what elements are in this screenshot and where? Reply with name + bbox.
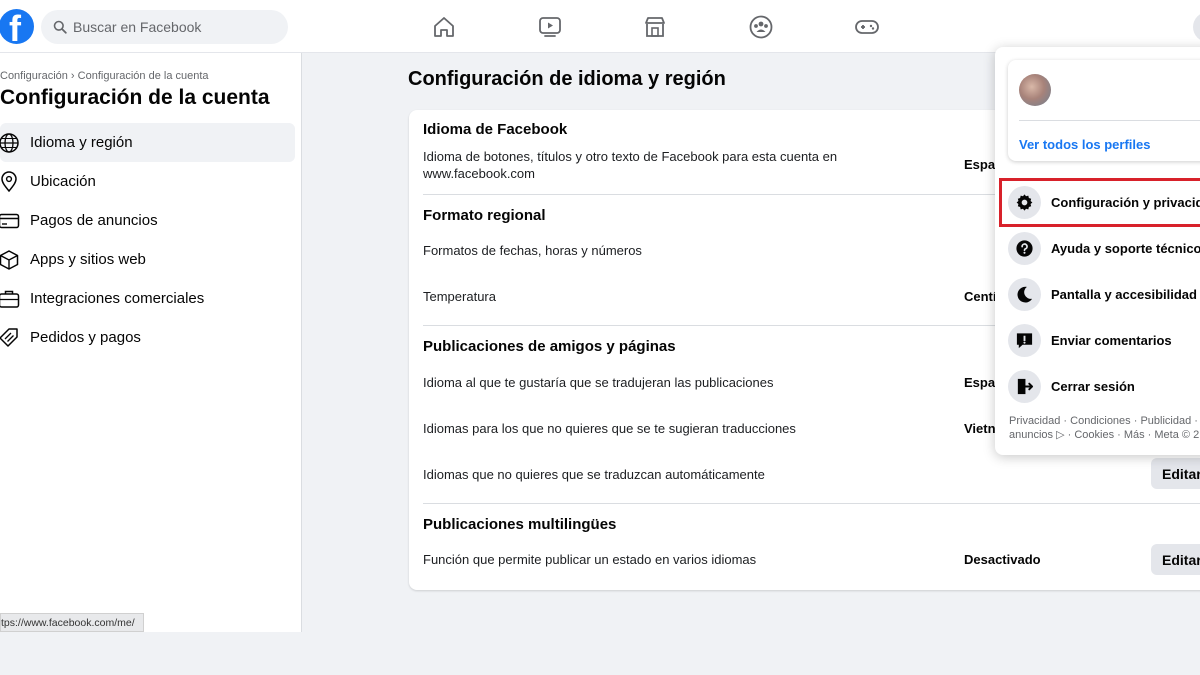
setting-label: Idiomas que no quieres que se traduzcan … (423, 467, 765, 482)
profile-avatar[interactable] (1019, 74, 1051, 106)
menu-item-help-support[interactable]: Ayuda y soporte técnico (1001, 227, 1200, 271)
menu-item-label: Pantalla y accesibilidad (1051, 287, 1197, 302)
edit-button[interactable]: Editar (1151, 544, 1200, 575)
sidebar-item-label: Idioma y región (30, 134, 133, 151)
sidebar-item-label: Apps y sitios web (30, 251, 146, 268)
sidebar-item-label: Pagos de anuncios (30, 212, 158, 229)
section-title: Idioma de Facebook (423, 121, 568, 138)
home-icon[interactable] (431, 14, 457, 40)
see-all-profiles-link[interactable]: Ver todos los perfiles (1019, 137, 1151, 152)
breadcrumb[interactable]: Configuración › Configuración de la cuen… (0, 70, 209, 82)
search-icon (53, 20, 67, 34)
moon-icon (1017, 286, 1033, 303)
video-icon[interactable] (537, 14, 563, 40)
briefcase-icon (0, 290, 20, 308)
menu-item-label: Enviar comentarios (1051, 333, 1172, 348)
profile-card[interactable]: Ver todos los perfiles (1008, 60, 1200, 161)
page-title: Configuración de idioma y región (408, 68, 726, 90)
setting-label: Idiomas para los que no quieres que se t… (423, 421, 796, 436)
sidebar-item-label: Pedidos y pagos (30, 329, 141, 346)
menu-item-send-feedback[interactable]: Enviar comentarios (1001, 319, 1200, 363)
divider (423, 503, 1200, 504)
status-bar-url: tps://www.facebook.com/me/ (0, 613, 144, 632)
section-title: Formato regional (423, 207, 546, 224)
section-title: Publicaciones multilingües (423, 516, 617, 533)
divider (1019, 120, 1200, 121)
setting-value: Centí (964, 289, 997, 304)
sidebar-item-pedidos-pagos[interactable]: Pedidos y pagos (0, 318, 295, 357)
groups-icon[interactable] (748, 14, 774, 40)
menu-item-label: Cerrar sesión (1051, 379, 1135, 394)
sidebar-item-integraciones[interactable]: Integraciones comerciales (0, 279, 295, 318)
sidebar-item-label: Integraciones comerciales (30, 290, 205, 307)
setting-label: Formatos de fechas, horas y números (423, 243, 642, 258)
sidebar-item-idioma-region[interactable]: Idioma y región (0, 123, 295, 162)
tag-icon (0, 328, 18, 347)
setting-label: Idioma al que te gustaría que se traduje… (423, 375, 774, 390)
account-avatar-button[interactable] (1193, 12, 1200, 42)
section-title: Publicaciones de amigos y páginas (423, 338, 676, 355)
globe-icon (0, 133, 19, 153)
setting-label: Temperatura (423, 289, 496, 304)
marketplace-icon[interactable] (642, 14, 668, 40)
question-icon (1016, 240, 1033, 257)
facebook-logo[interactable]: f (0, 9, 34, 49)
account-menu: Ver todos los perfiles Configuración y p… (995, 47, 1200, 455)
search-input[interactable]: Buscar en Facebook (41, 10, 288, 44)
sidebar-item-ubicacion[interactable]: Ubicación (0, 162, 295, 201)
menu-item-log-out[interactable]: Cerrar sesión (1001, 365, 1200, 409)
logout-icon (1017, 378, 1034, 395)
footer-links[interactable]: Privacidad · Condiciones · Publicidad · … (1009, 414, 1200, 442)
search-placeholder: Buscar en Facebook (73, 19, 202, 35)
cube-icon (0, 250, 19, 270)
setting-value: Vietn (964, 421, 996, 436)
credit-card-icon (0, 213, 20, 229)
location-pin-icon (1, 171, 17, 193)
feedback-icon (1016, 333, 1033, 349)
menu-item-display-accessibility[interactable]: Pantalla y accesibilidad (1001, 273, 1200, 317)
gaming-icon[interactable] (854, 14, 880, 40)
sidebar-item-pagos-anuncios[interactable]: Pagos de anuncios (0, 201, 295, 240)
menu-item-label: Ayuda y soporte técnico (1051, 241, 1200, 256)
setting-label: Función que permite publicar un estado e… (423, 552, 757, 567)
top-navigation-bar: f Buscar en Facebook (0, 0, 1200, 53)
sidebar-item-label: Ubicación (30, 173, 96, 190)
setting-label: Idioma de botones, títulos y otro texto … (423, 149, 838, 181)
settings-sidebar: Configuración › Configuración de la cuen… (0, 53, 302, 632)
setting-value: Desactivado (964, 552, 1041, 567)
edit-button[interactable]: Editar (1151, 458, 1200, 489)
highlight-box (999, 178, 1200, 227)
sidebar-title: Configuración de la cuenta (0, 86, 270, 109)
sidebar-item-apps-sitios[interactable]: Apps y sitios web (0, 240, 295, 279)
